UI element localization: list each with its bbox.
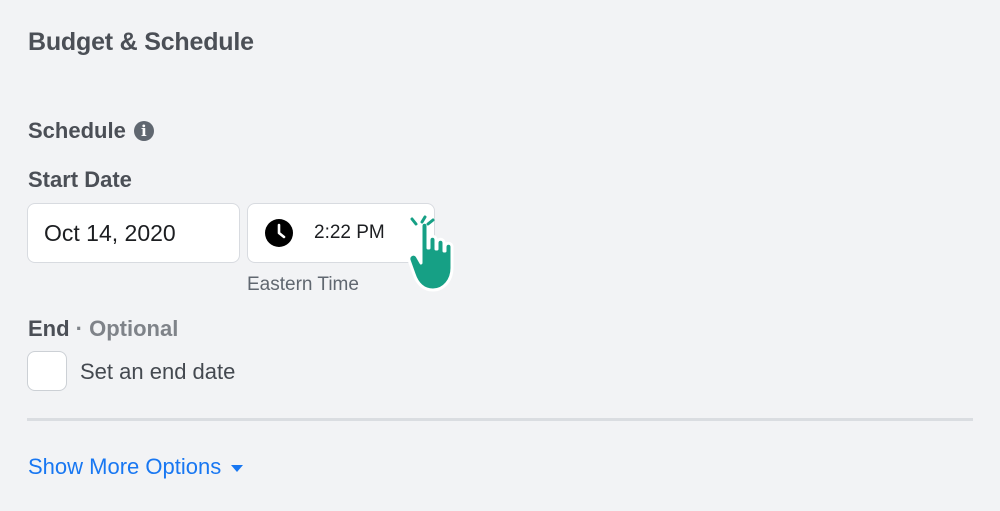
start-time-value: 2:22 PM xyxy=(314,222,385,243)
schedule-label: Schedule xyxy=(28,118,126,143)
end-heading: End · Optional xyxy=(28,316,178,342)
clock-icon xyxy=(265,219,293,247)
start-date-label: Start Date xyxy=(28,167,132,192)
schedule-heading: Schedule i xyxy=(28,118,154,144)
info-icon[interactable]: i xyxy=(133,121,154,141)
end-label: End xyxy=(28,316,70,341)
divider xyxy=(27,418,973,421)
show-more-options-link[interactable]: Show More Options xyxy=(28,454,244,480)
pointer-hand-icon xyxy=(407,215,454,292)
show-more-options-label: Show More Options xyxy=(28,454,222,479)
start-date-field[interactable]: Oct 14, 2020 xyxy=(27,203,240,263)
timezone-label: Eastern Time xyxy=(247,274,359,295)
end-date-checkbox[interactable] xyxy=(27,351,67,391)
caret-down-icon xyxy=(231,465,244,472)
end-date-checkbox-label[interactable]: Set an end date xyxy=(80,359,235,385)
optional-label: Optional xyxy=(89,316,179,341)
start-date-value: Oct 14, 2020 xyxy=(44,219,176,246)
end-separator: · xyxy=(69,316,90,341)
section-title: Budget & Schedule xyxy=(28,28,254,56)
